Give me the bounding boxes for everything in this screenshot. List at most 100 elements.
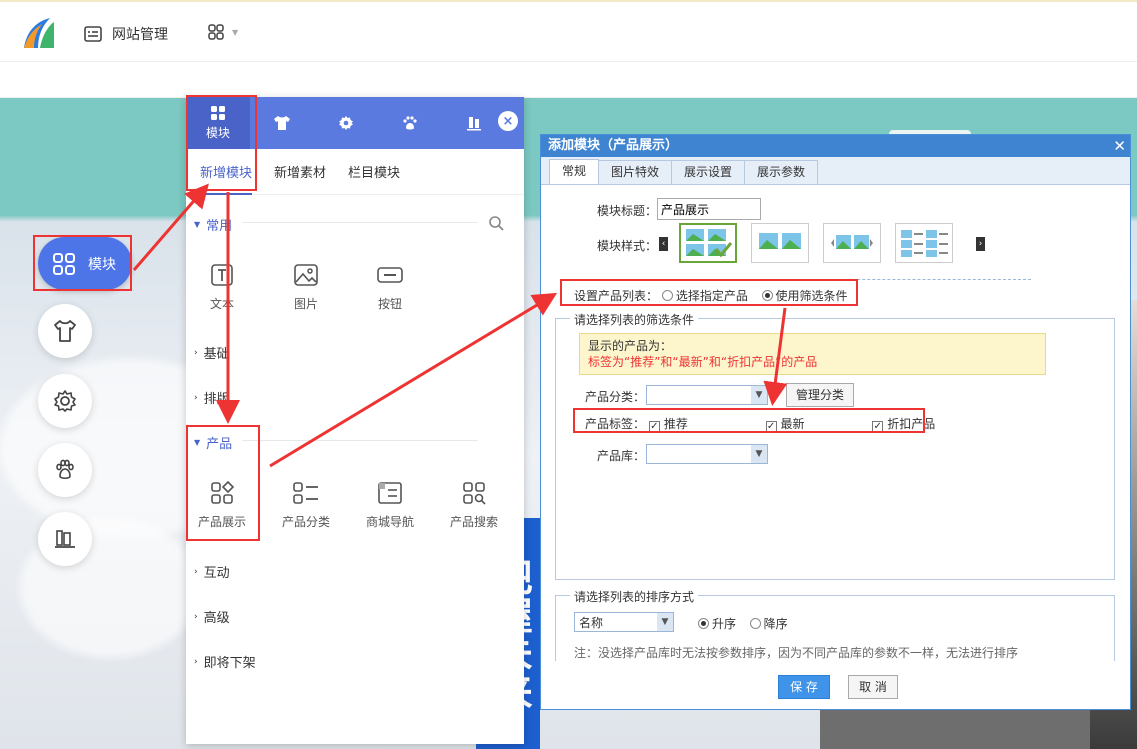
tshirt-icon [274, 116, 290, 130]
tab-general[interactable]: 常规 [549, 159, 600, 184]
product-display-icon [211, 481, 234, 504]
caret-right-icon: › [194, 566, 198, 577]
image-carousel-icon [831, 235, 873, 249]
filter-legend: 请选择列表的筛选条件 [570, 311, 699, 328]
image-list-icon [901, 230, 948, 257]
style-option-4[interactable] [895, 223, 953, 263]
modules-icon [53, 252, 75, 275]
tab-theme[interactable] [250, 97, 314, 149]
section-layout-label: 排版 [203, 392, 230, 407]
dialog-title-bar: 添加模块（产品展示） ✕ [541, 135, 1130, 157]
subtab-new-asset[interactable]: 新增素材 [274, 162, 326, 181]
module-panel: 模块 × 新增模块 新增素材 栏目模块 ▼ 常用 文本 图片 按钮 › 基础 ›… [186, 97, 524, 744]
style-option-2[interactable] [751, 223, 809, 263]
dock-theme-button[interactable] [38, 304, 92, 358]
tab-display-settings[interactable]: 展示设置 [671, 160, 746, 184]
style-option-1[interactable] [679, 223, 737, 263]
sort-note: 注：没选择产品库时无法按参数排序，因为不同产品库的参数不一样，无法进行排序 [574, 646, 1019, 660]
module-product-display[interactable]: 产品展示 [182, 481, 262, 530]
section-basic-label: 基础 [203, 347, 230, 362]
module-title-input[interactable] [657, 198, 761, 220]
section-product-label: 产品 [206, 437, 233, 452]
manage-category-button[interactable]: 管理分类 [786, 383, 854, 407]
library-select[interactable]: ▼ [646, 444, 768, 464]
style-options [679, 223, 953, 263]
sort-legend: 请选择列表的排序方式 [570, 588, 699, 605]
add-module-dialog: 添加模块（产品展示） ✕ 常规 图片特效 展示设置 展示参数 模块标题： 模块样… [540, 134, 1131, 710]
tab-modules[interactable]: 模块 [186, 97, 250, 149]
close-icon[interactable]: ✕ [1113, 135, 1126, 157]
caret-right-icon: › [194, 392, 198, 403]
module-text[interactable]: 文本 [182, 263, 262, 312]
section-advanced[interactable]: › 高级 [194, 607, 230, 626]
module-button[interactable]: 按钮 [350, 263, 430, 312]
section-deprecated[interactable]: › 即将下架 [194, 652, 256, 671]
chevron-right-icon[interactable]: › [976, 237, 985, 251]
dock-settings-button[interactable] [38, 374, 92, 428]
divider [242, 222, 478, 223]
module-product-search[interactable]: 产品搜索 [434, 481, 514, 530]
close-icon[interactable]: × [498, 111, 518, 131]
gear-icon [339, 116, 353, 130]
module-image[interactable]: 图片 [266, 263, 346, 312]
sort-order: 升序 降序 [698, 615, 788, 632]
tab-settings[interactable] [314, 97, 378, 149]
category-label: 产品分类： [585, 390, 646, 404]
cancel-button[interactable]: 取 消 [848, 675, 898, 699]
sort-field-select[interactable]: 名称 ▼ [574, 612, 674, 632]
tab-image-effects[interactable]: 图片特效 [598, 160, 673, 184]
product-search-icon [463, 482, 486, 505]
chevron-down-icon: ▼ [751, 445, 767, 463]
tab-library[interactable] [442, 97, 506, 149]
section-product[interactable]: ▼ 产品 [194, 433, 232, 452]
checkbox-discount[interactable]: ✓ [872, 421, 884, 432]
dock-library-button[interactable] [38, 512, 92, 566]
chevron-down-icon: ▼ [657, 613, 673, 631]
apps-menu-button[interactable]: ▼ [208, 24, 238, 40]
dock-modules-button[interactable]: 模块 [38, 237, 132, 290]
section-advanced-label: 高级 [203, 611, 230, 626]
product-list-label: 设置产品列表： [574, 289, 659, 303]
notice-line-2: 标签为“推荐”和“最新”和“折扣产品”的产品 [588, 355, 818, 369]
site-manage-link[interactable]: 网站管理 [84, 24, 168, 44]
tab-modules-label: 模块 [205, 126, 230, 140]
search-icon[interactable] [488, 215, 504, 231]
tshirt-icon [54, 320, 76, 342]
image-icon [294, 264, 318, 286]
module-product-search-label: 产品搜索 [449, 515, 498, 529]
section-common[interactable]: ▼ 常用 [194, 215, 232, 234]
button-icon [377, 267, 403, 283]
checkbox-recommend[interactable]: ✓ [648, 421, 660, 432]
logo-icon[interactable] [20, 14, 56, 52]
radio-specify-products[interactable] [661, 290, 673, 301]
caret-down-icon: ▼ [194, 220, 201, 229]
tab-pets[interactable] [378, 97, 442, 149]
style-option-3[interactable] [823, 223, 881, 263]
checkbox-latest[interactable]: ✓ [765, 421, 777, 432]
radio-filter-label: 使用筛选条件 [775, 289, 848, 303]
tab-display-params[interactable]: 展示参数 [744, 160, 819, 184]
subtab-column-module[interactable]: 栏目模块 [348, 162, 400, 181]
module-mall-nav[interactable]: 商城导航 [350, 481, 430, 530]
subtab-new-module[interactable]: 新增模块 [200, 162, 253, 195]
sort-field-value: 名称 [579, 616, 604, 630]
dock-pets-button[interactable] [38, 443, 92, 497]
category-select[interactable]: ▼ [646, 385, 768, 405]
section-interact[interactable]: › 互动 [194, 562, 230, 581]
radio-asc[interactable] [698, 618, 709, 629]
books-icon [467, 117, 481, 131]
section-basic[interactable]: › 基础 [194, 343, 230, 362]
nav-icon [378, 482, 402, 504]
radio-filter-conditions[interactable] [761, 290, 773, 301]
save-button[interactable]: 保 存 [778, 675, 830, 699]
radio-desc[interactable] [749, 618, 761, 629]
section-layout[interactable]: › 排版 [194, 388, 230, 407]
module-product-category[interactable]: 产品分类 [266, 481, 346, 530]
module-product-display-label: 产品展示 [197, 515, 246, 529]
module-product-category-label: 产品分类 [281, 515, 330, 529]
tag-row: 产品标签： ✓ 推荐 ✓ 最新 ✓ 折扣产品 [585, 415, 935, 432]
tag-latest-label: 最新 [780, 417, 805, 431]
tag-discount-label: 折扣产品 [887, 417, 936, 431]
divider [242, 440, 478, 441]
chevron-left-icon[interactable]: ‹ [659, 237, 668, 251]
